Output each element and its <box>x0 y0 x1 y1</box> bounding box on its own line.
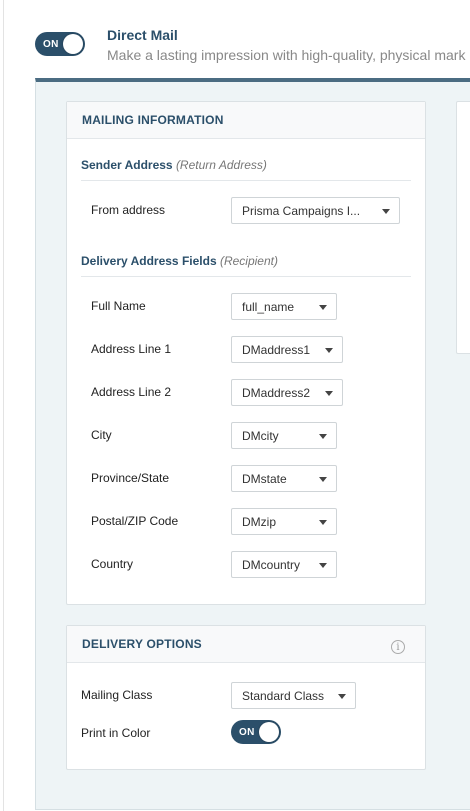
delivery-card-header: DELIVERY OPTIONS i <box>67 626 425 663</box>
from-address-label: From address <box>91 203 166 217</box>
chevron-down-icon <box>319 520 327 525</box>
page-subtitle: Make a lasting impression with high-qual… <box>107 47 466 63</box>
field-label-country: Country <box>91 557 134 571</box>
chevron-down-icon <box>325 348 333 353</box>
chevron-down-icon <box>319 563 327 568</box>
toggle-label: ON <box>43 38 59 50</box>
mailing-card-header: MAILING INFORMATION <box>67 102 425 139</box>
chevron-down-icon <box>325 391 333 396</box>
chevron-down-icon <box>319 305 327 310</box>
toggle-knob <box>63 34 83 54</box>
info-icon[interactable]: i <box>391 640 405 654</box>
print-in-color-label: Print in Color <box>81 726 151 740</box>
field-label-full-name: Full Name <box>91 299 146 313</box>
chevron-down-icon <box>338 694 346 699</box>
city-select[interactable]: DMcity <box>231 422 337 449</box>
left-divider <box>3 0 4 811</box>
from-address-select[interactable]: Prisma Campaigns I... <box>231 197 400 224</box>
country-select[interactable]: DMcountry <box>231 551 337 578</box>
direct-mail-toggle[interactable]: ON <box>35 32 85 56</box>
toggle-knob <box>259 722 279 742</box>
page-title: Direct Mail <box>107 27 178 43</box>
field-label-address-line-2: Address Line 2 <box>91 385 172 399</box>
mailing-class-label: Mailing Class <box>81 688 153 702</box>
section-divider <box>81 276 411 277</box>
chevron-down-icon <box>319 477 327 482</box>
delivery-card-title: DELIVERY OPTIONS <box>82 637 202 651</box>
full-name-select[interactable]: full_name <box>231 293 337 320</box>
postal-zip-select[interactable]: DMzip <box>231 508 337 535</box>
chevron-down-icon <box>319 434 327 439</box>
sender-address-label: Sender Address (Return Address) <box>81 158 267 172</box>
field-label-postal-zip: Postal/ZIP Code <box>91 514 179 528</box>
address-line-1-select[interactable]: DMaddress1 <box>231 336 343 363</box>
field-label-province-state: Province/State <box>91 471 170 485</box>
province-state-select[interactable]: DMstate <box>231 465 337 492</box>
field-label-address-line-1: Address Line 1 <box>91 342 172 356</box>
section-divider <box>81 180 411 181</box>
address-line-2-select[interactable]: DMaddress2 <box>231 379 343 406</box>
print-in-color-toggle[interactable]: ON <box>231 720 281 744</box>
field-label-city: City <box>91 428 112 442</box>
side-card <box>456 101 470 354</box>
mailing-card-title: MAILING INFORMATION <box>82 113 224 127</box>
mailing-class-select[interactable]: Standard Class <box>231 682 356 709</box>
toggle-label: ON <box>239 726 255 738</box>
delivery-address-label: Delivery Address Fields (Recipient) <box>81 254 278 268</box>
chevron-down-icon <box>382 209 390 214</box>
